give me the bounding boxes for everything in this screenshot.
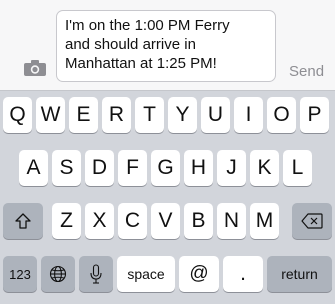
key-i[interactable]: I: [234, 97, 263, 133]
key-y[interactable]: Y: [168, 97, 197, 133]
shift-icon: [14, 212, 32, 230]
message-line-1: I'm on the 1:00 PM Ferry: [65, 17, 230, 34]
microphone-icon: [89, 264, 103, 284]
camera-icon[interactable]: [24, 60, 46, 76]
shift-key[interactable]: [3, 203, 43, 239]
key-p[interactable]: P: [300, 97, 329, 133]
key-v[interactable]: V: [151, 203, 180, 239]
key-d[interactable]: D: [85, 150, 114, 186]
at-key[interactable]: @: [179, 256, 219, 292]
send-button[interactable]: Send: [289, 63, 324, 80]
globe-key[interactable]: [41, 256, 75, 292]
numbers-key[interactable]: 123: [3, 256, 37, 292]
key-j[interactable]: J: [217, 150, 246, 186]
delete-key[interactable]: [292, 203, 332, 239]
key-n[interactable]: N: [217, 203, 246, 239]
message-line-3: Manhattan at 1:25 PM!: [65, 55, 217, 72]
key-a[interactable]: A: [19, 150, 48, 186]
period-key[interactable]: .: [223, 256, 263, 292]
key-e[interactable]: E: [69, 97, 98, 133]
key-f[interactable]: F: [118, 150, 147, 186]
key-q[interactable]: Q: [3, 97, 32, 133]
message-input[interactable]: I'm on the 1:00 PM Ferry and should arri…: [56, 10, 276, 82]
key-s[interactable]: S: [52, 150, 81, 186]
key-b[interactable]: B: [184, 203, 213, 239]
key-x[interactable]: X: [85, 203, 114, 239]
key-z[interactable]: Z: [52, 203, 81, 239]
keyboard: Q W E R T Y U I O P A S D F G H J K L Z …: [0, 91, 335, 304]
compose-bar: I'm on the 1:00 PM Ferry and should arri…: [0, 0, 335, 91]
key-t[interactable]: T: [135, 97, 164, 133]
key-c[interactable]: C: [118, 203, 147, 239]
key-w[interactable]: W: [36, 97, 65, 133]
key-m[interactable]: M: [250, 203, 279, 239]
key-g[interactable]: G: [151, 150, 180, 186]
delete-icon: [301, 213, 323, 229]
key-r[interactable]: R: [102, 97, 131, 133]
key-k[interactable]: K: [250, 150, 279, 186]
key-o[interactable]: O: [267, 97, 296, 133]
key-h[interactable]: H: [184, 150, 213, 186]
key-u[interactable]: U: [201, 97, 230, 133]
globe-icon: [49, 265, 67, 283]
dictation-key[interactable]: [79, 256, 113, 292]
return-key[interactable]: return: [267, 256, 332, 292]
space-key[interactable]: space: [117, 256, 175, 292]
key-l[interactable]: L: [283, 150, 312, 186]
message-line-2: and should arrive in: [65, 36, 196, 53]
